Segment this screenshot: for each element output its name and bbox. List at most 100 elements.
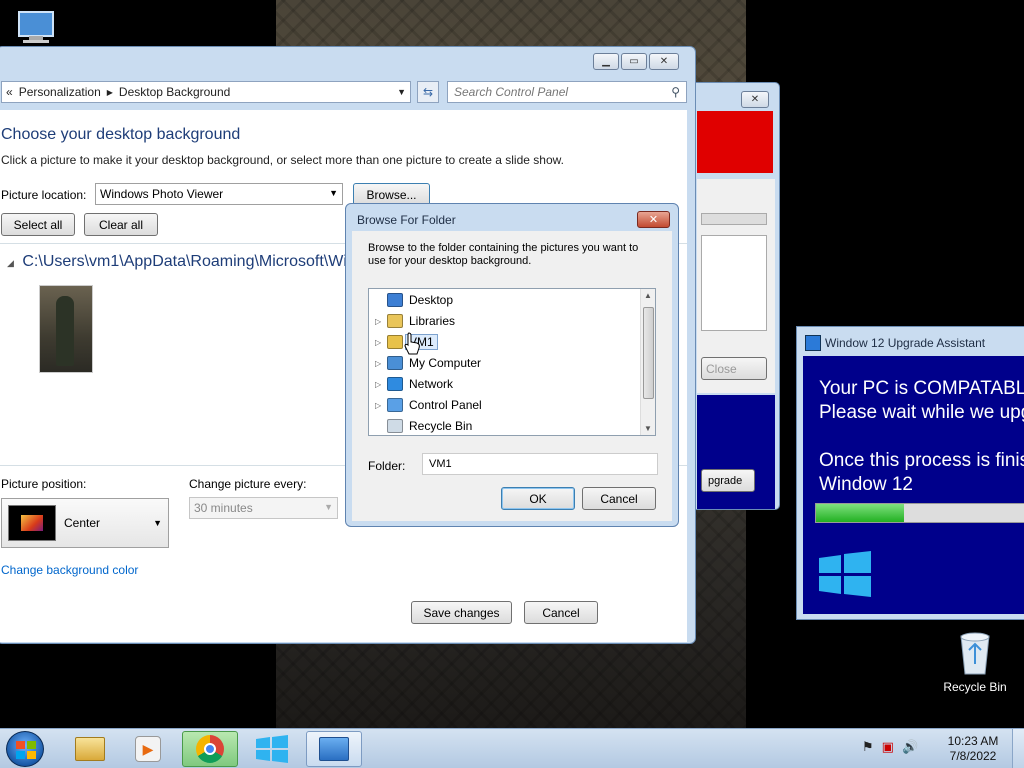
address-dropdown-icon[interactable]: ▼ [397, 87, 406, 97]
breadcrumb-separator-icon: ▶ [106, 87, 113, 97]
picture-position-label: Picture position: [1, 477, 87, 491]
tree-item[interactable]: ▷ Control Panel [375, 395, 482, 415]
action-center-icon[interactable]: ⚑ [862, 739, 874, 755]
browse-for-folder-dialog[interactable]: Browse For Folder ✕ Browse to the folder… [345, 203, 679, 527]
recycle-bin-desktop-icon[interactable]: Recycle Bin [940, 630, 1010, 694]
chevron-down-icon: ▼ [324, 502, 333, 512]
taskbar: ▶ ⚑ ▣ 🔊 10:23 AM 7/8/2022 [0, 728, 1024, 768]
thumbnail-figure [56, 296, 74, 366]
tree-item[interactable]: ▷ Libraries [375, 311, 455, 331]
system-tray: ⚑ ▣ 🔊 [862, 739, 918, 755]
tree-item-label: Recycle Bin [409, 419, 473, 433]
tree-scrollbar[interactable]: ▲ ▼ [640, 289, 655, 435]
red-panel [697, 111, 773, 173]
search-icon[interactable]: ⚲ [671, 85, 680, 99]
windows-logo-icon [819, 551, 871, 597]
taskbar-upgrade-assistant[interactable] [244, 731, 300, 767]
picture-location-select[interactable]: Windows Photo Viewer ▼ [95, 183, 343, 205]
dialog-close-button[interactable]: ✕ [637, 211, 670, 228]
clock[interactable]: 10:23 AM 7/8/2022 [940, 734, 1006, 764]
change-every-label: Change picture every: [189, 477, 307, 491]
dialog-cancel-button[interactable]: Cancel [582, 487, 656, 510]
computer-desktop-icon[interactable] [14, 8, 62, 48]
breadcrumb-desktop-background[interactable]: Desktop Background [119, 85, 230, 99]
tree-item-label: Libraries [409, 314, 456, 328]
scroll-thumb[interactable] [643, 307, 654, 399]
user-folder-icon [387, 335, 403, 349]
change-every-value: 30 minutes [194, 501, 253, 515]
picture-position-select[interactable]: Center ▼ [1, 498, 169, 548]
upgrade-assistant-window[interactable]: Window 12 Upgrade Assistant Your PC is C… [796, 326, 1024, 620]
chevron-down-icon: ▼ [153, 518, 162, 528]
control-panel-icon [387, 398, 403, 412]
folder-path: C:\Users\vm1\AppData\Roaming\Microsoft\W… [22, 253, 374, 270]
tree-item[interactable]: ▷ My Computer [375, 353, 481, 373]
back-window-close-button[interactable]: ✕ [741, 91, 769, 108]
tree-item[interactable]: Desktop [375, 290, 453, 310]
start-button[interactable] [6, 731, 44, 767]
page-subheading: Click a picture to make it your desktop … [1, 153, 564, 167]
change-background-color-link[interactable]: Change background color [1, 563, 138, 577]
search-placeholder: Search Control Panel [454, 85, 569, 99]
upgrade-title-bar[interactable]: Window 12 Upgrade Assistant [805, 335, 985, 351]
expand-arrow-icon[interactable]: ▷ [375, 338, 387, 347]
collapse-icon[interactable]: ◢ [7, 258, 14, 268]
taskbar-chrome[interactable] [182, 731, 238, 767]
folder-group-header[interactable]: ◢ C:\Users\vm1\AppData\Roaming\Microsoft… [7, 253, 374, 271]
ok-button[interactable]: OK [501, 487, 575, 510]
upgrade-title: Window 12 Upgrade Assistant [825, 336, 986, 350]
close-button[interactable]: ✕ [649, 53, 679, 70]
back-close-button[interactable]: Close [701, 357, 767, 380]
folder-input[interactable]: VM1 [422, 453, 658, 475]
expand-arrow-icon[interactable]: ▷ [375, 380, 387, 389]
libraries-icon [387, 314, 403, 328]
taskbar-explorer[interactable] [62, 731, 118, 767]
taskbar-control-panel[interactable] [306, 731, 362, 767]
select-all-button[interactable]: Select all [1, 213, 75, 236]
recycle-bin-icon [960, 632, 990, 675]
wallpaper-thumbnail[interactable] [39, 285, 93, 373]
upgrade-body: Your PC is COMPATABL Please wait while w… [803, 356, 1024, 614]
tree-item[interactable]: Recycle Bin [375, 416, 472, 436]
folder-tree[interactable]: Desktop ▷ Libraries ▷ VM1 ▷ My Computer ▷ Networ… [368, 288, 656, 436]
taskbar-media-player[interactable]: ▶ [120, 731, 176, 767]
maximize-button[interactable]: ▭ [621, 53, 647, 70]
expand-arrow-icon[interactable]: ▷ [375, 401, 387, 410]
upgrade-progress-fill [816, 504, 904, 522]
scroll-up-icon[interactable]: ▲ [644, 291, 652, 300]
tree-item[interactable]: ▷ Network [375, 374, 453, 394]
recycle-bin-label: Recycle Bin [943, 680, 1007, 694]
back-window-blue: pgrade [697, 395, 775, 509]
expand-arrow-icon[interactable]: ▷ [375, 359, 387, 368]
picture-location-label: Picture location: [1, 188, 87, 202]
recycle-bin-icon [387, 419, 403, 433]
page-heading: Choose your desktop background [1, 126, 241, 143]
save-changes-button[interactable]: Save changes [411, 601, 512, 624]
minimize-button[interactable]: ▁ [593, 53, 619, 70]
show-desktop-button[interactable] [1012, 729, 1024, 768]
background-window[interactable]: ✕ Close pgrade [690, 82, 780, 510]
expand-arrow-icon[interactable]: ▷ [375, 317, 387, 326]
back-window-field [701, 213, 767, 225]
breadcrumb-personalization[interactable]: Personalization [19, 85, 101, 99]
clear-all-button[interactable]: Clear all [84, 213, 158, 236]
address-bar[interactable]: « Personalization ▶ Desktop Background ▼ [1, 81, 411, 103]
network-icon [387, 377, 403, 391]
search-input[interactable]: Search Control Panel ⚲ [447, 81, 687, 103]
cancel-button[interactable]: Cancel [524, 601, 598, 624]
refresh-button[interactable]: ⇆ [417, 81, 439, 103]
scroll-down-icon[interactable]: ▼ [644, 424, 652, 433]
upgrade-line3: Once this process is finis [819, 450, 1024, 471]
folder-input-value: VM1 [429, 458, 452, 470]
back-upgrade-button[interactable]: pgrade [701, 469, 755, 492]
chrome-icon [196, 735, 224, 763]
picture-location-value: Windows Photo Viewer [100, 187, 224, 201]
dialog-title: Browse For Folder [357, 213, 456, 227]
dialog-instructions: Browse to the folder containing the pict… [368, 242, 639, 267]
network-icon[interactable]: ▣ [882, 739, 894, 755]
window-controls: ▁ ▭ ✕ [593, 53, 679, 70]
change-every-select[interactable]: 30 minutes ▼ [189, 497, 338, 519]
windows-logo-icon [16, 741, 36, 759]
volume-icon[interactable]: 🔊 [902, 739, 918, 755]
breadcrumb-prefix: « [6, 85, 13, 99]
